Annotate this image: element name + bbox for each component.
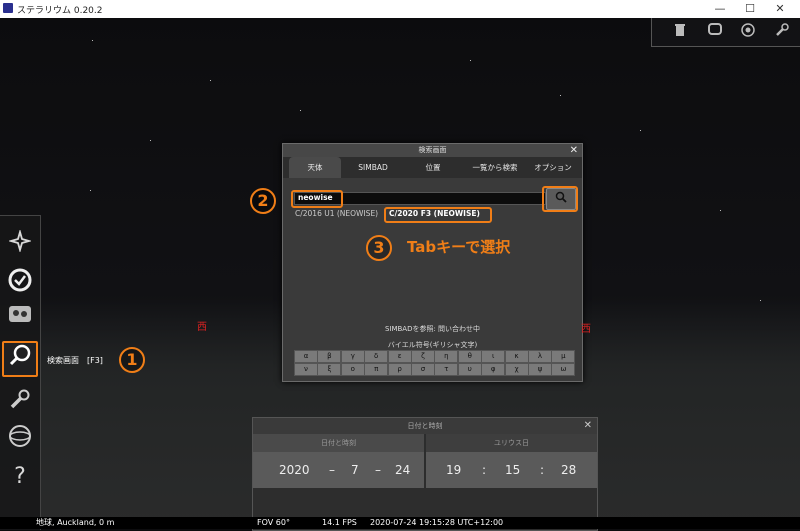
minute-field[interactable]: 15 [505, 463, 520, 477]
minimize-button[interactable]: — [705, 0, 735, 18]
greek-key[interactable]: γ [340, 350, 365, 363]
tab-simbad[interactable]: SIMBAD [345, 157, 401, 178]
search-tooltip: 検索画面 [F3] [47, 356, 103, 365]
tab-options[interactable]: オプション [527, 157, 579, 178]
tab-list-search[interactable]: 一覧から検索 [465, 157, 525, 178]
datetime-panel: 日付と時刻 ✕ 日付と時刻 ユリウス日 2020 – 7 – 24 19 : 1… [252, 417, 598, 531]
greek-key[interactable]: ψ [528, 363, 552, 376]
datetime-title: 日付と時刻 [253, 418, 597, 434]
wrench-icon[interactable] [774, 23, 790, 39]
year-field[interactable]: 2020 [279, 463, 310, 477]
window-title: ステラリウム 0.20.2 [17, 6, 103, 16]
datetime-status: 2020-07-24 19:15:28 UTC+12:00 [370, 518, 504, 527]
simbad-status: SIMBADを参照: 問い合わせ中 [384, 325, 481, 333]
greek-key[interactable]: π [364, 363, 389, 376]
callout-three: 3 [366, 235, 392, 261]
search-icon[interactable] [2, 341, 38, 377]
maximize-button[interactable]: ☐ [735, 0, 765, 18]
greek-key[interactable]: ν [294, 363, 318, 376]
dialog-title: 検索画面 [283, 144, 582, 157]
greek-key[interactable]: χ [504, 363, 529, 376]
fov-status: FOV 60° [257, 518, 290, 527]
month-field[interactable]: 7 [351, 463, 359, 477]
trash-icon[interactable] [672, 23, 688, 39]
tv-icon[interactable] [707, 23, 723, 39]
tab-objects[interactable]: 天体 [289, 157, 341, 178]
greek-key[interactable]: ο [340, 363, 365, 376]
greek-title: バイエル符号(ギリシャ文字) [387, 341, 478, 349]
time-separator: : [540, 463, 545, 477]
second-field[interactable]: 28 [561, 463, 576, 477]
close-button[interactable]: ✕ [765, 0, 795, 18]
time-separator: : [482, 463, 487, 477]
cardinal-west-2: 西 [581, 324, 591, 335]
greek-key[interactable]: ρ [387, 363, 412, 376]
greek-key[interactable]: ω [551, 363, 576, 376]
greek-key[interactable]: υ [457, 363, 482, 376]
greek-key[interactable]: β [317, 350, 342, 363]
callout-one: 1 [119, 347, 145, 373]
cardinal-west: 西 [197, 322, 207, 333]
clock-icon[interactable] [7, 268, 33, 294]
greek-key[interactable]: δ [364, 350, 389, 363]
greek-key[interactable]: ε [387, 350, 412, 363]
highlight-search [291, 190, 343, 208]
greek-key[interactable]: η [434, 350, 459, 363]
step-three-text: Tabキーで選択 [407, 238, 511, 256]
greek-key[interactable]: ι [481, 350, 506, 363]
location-status: 地球, Auckland, 0 m [36, 518, 115, 527]
tab-position[interactable]: 位置 [405, 157, 461, 178]
greek-key[interactable]: λ [528, 350, 552, 363]
greek-key[interactable]: ζ [411, 350, 435, 363]
window-titlebar: ステラリウム 0.20.2 — ☐ ✕ [0, 0, 800, 18]
left-toolbar: ? [0, 215, 41, 530]
highlight-result [384, 207, 492, 223]
greek-key[interactable]: θ [457, 350, 482, 363]
datetime-close-button[interactable]: ✕ [584, 418, 592, 434]
globe-settings-icon[interactable] [7, 424, 33, 450]
day-field[interactable]: 24 [395, 463, 410, 477]
hour-field[interactable]: 19 [446, 463, 461, 477]
greek-key[interactable]: κ [504, 350, 529, 363]
highlight-search-button [542, 186, 578, 212]
date-separator: – [329, 463, 335, 477]
dialog-close-button[interactable]: ✕ [570, 144, 578, 157]
top-right-toolbar [651, 18, 800, 47]
greek-key[interactable]: σ [411, 363, 435, 376]
app-icon [3, 3, 13, 13]
status-bar: 地球, Auckland, 0 m FOV 60° 14.1 FPS 2020-… [0, 517, 800, 529]
greek-key[interactable]: φ [481, 363, 506, 376]
tab-julian-day[interactable]: ユリウス日 [426, 434, 597, 452]
callout-two: 2 [250, 188, 276, 214]
sky-settings-icon[interactable] [7, 228, 33, 256]
search-dialog: 検索画面 ✕ 天体 SIMBAD 位置 一覧から検索 オプション neowise… [282, 143, 583, 382]
greek-key[interactable]: ξ [317, 363, 342, 376]
greek-key[interactable]: τ [434, 363, 459, 376]
config-icon[interactable] [7, 388, 33, 414]
fps-status: 14.1 FPS [322, 518, 357, 527]
fisheye-icon[interactable] [740, 23, 756, 39]
tab-date-time[interactable]: 日付と時刻 [253, 434, 424, 452]
dialog-tabs: 天体 SIMBAD 位置 一覧から検索 オプション [283, 157, 582, 178]
result-item-1[interactable]: C/2016 U1 (NEOWISE) [295, 208, 378, 220]
greek-key[interactable]: α [294, 350, 318, 363]
location-icon[interactable] [7, 304, 33, 330]
date-separator: – [375, 463, 381, 477]
help-icon[interactable]: ? [7, 464, 33, 490]
greek-key[interactable]: μ [551, 350, 576, 363]
